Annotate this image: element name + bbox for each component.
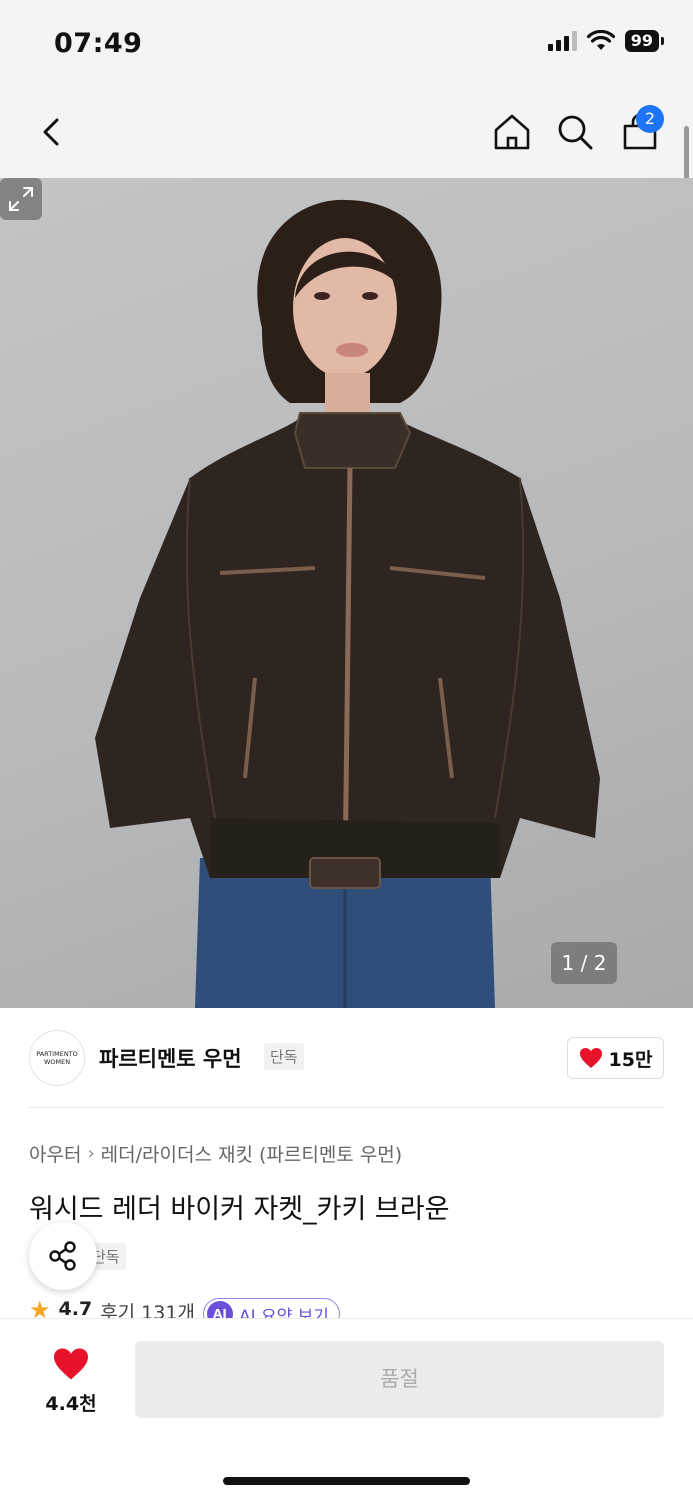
brand-name[interactable]: 파르티멘토 우먼: [99, 1043, 242, 1073]
heart-icon: [579, 1048, 602, 1068]
search-icon[interactable]: [553, 110, 597, 154]
cart-count-badge: 2: [636, 105, 664, 133]
top-nav-bar: 2: [0, 88, 693, 178]
rating-row: ★ 4.7 후기 131개 AI AI 요약 보기: [29, 1298, 340, 1320]
rating-score: 4.7: [58, 1298, 93, 1320]
brand-like-count: 15만: [608, 1048, 653, 1071]
back-arrow-icon[interactable]: [30, 110, 74, 154]
brand-like-button[interactable]: 15만: [567, 1037, 664, 1079]
breadcrumb-subcategory[interactable]: 레더/라이더스 재킷 (파르티멘토 우먼): [101, 1140, 403, 1167]
exclusive-badge: 단독: [264, 1043, 304, 1070]
wishlist-count: 4.4천: [45, 1393, 97, 1415]
ai-summary-button[interactable]: AI AI 요약 보기: [202, 1298, 340, 1320]
star-icon: ★: [29, 1298, 51, 1320]
breadcrumb: 아우터 › 레더/라이더스 재킷 (파르티멘토 우먼): [29, 1140, 402, 1167]
image-counter: 1 / 2: [551, 942, 617, 984]
home-icon[interactable]: [490, 110, 534, 154]
wifi-icon: [586, 30, 615, 50]
wishlist-heart-icon[interactable]: [52, 1347, 90, 1381]
home-indicator: [223, 1477, 470, 1485]
brand-logo[interactable]: PARTIMENTO WOMEN: [29, 1030, 85, 1086]
cellular-signal-icon: [547, 31, 577, 51]
status-icons: 99: [547, 30, 665, 52]
battery-indicator: 99: [624, 30, 665, 52]
review-count-link[interactable]: 후기 131개: [100, 1298, 195, 1320]
share-icon: [49, 1241, 76, 1271]
status-bar: 07:49 99: [0, 0, 693, 88]
status-time: 07:49: [54, 28, 143, 59]
divider: [29, 1107, 664, 1108]
breadcrumb-category[interactable]: 아우터: [29, 1140, 81, 1167]
sold-out-button[interactable]: 품절: [135, 1341, 664, 1418]
bottom-action-bar: 4.4천 품절: [0, 1318, 693, 1500]
chevron-right-icon: ›: [87, 1143, 95, 1164]
product-photo: [95, 199, 600, 1008]
expand-icon[interactable]: [0, 178, 42, 220]
product-title: 워시드 레더 바이커 자켓_카키 브라운: [29, 1194, 450, 1225]
product-image-gallery[interactable]: 1 / 2: [0, 178, 693, 1008]
share-button[interactable]: [29, 1222, 97, 1290]
